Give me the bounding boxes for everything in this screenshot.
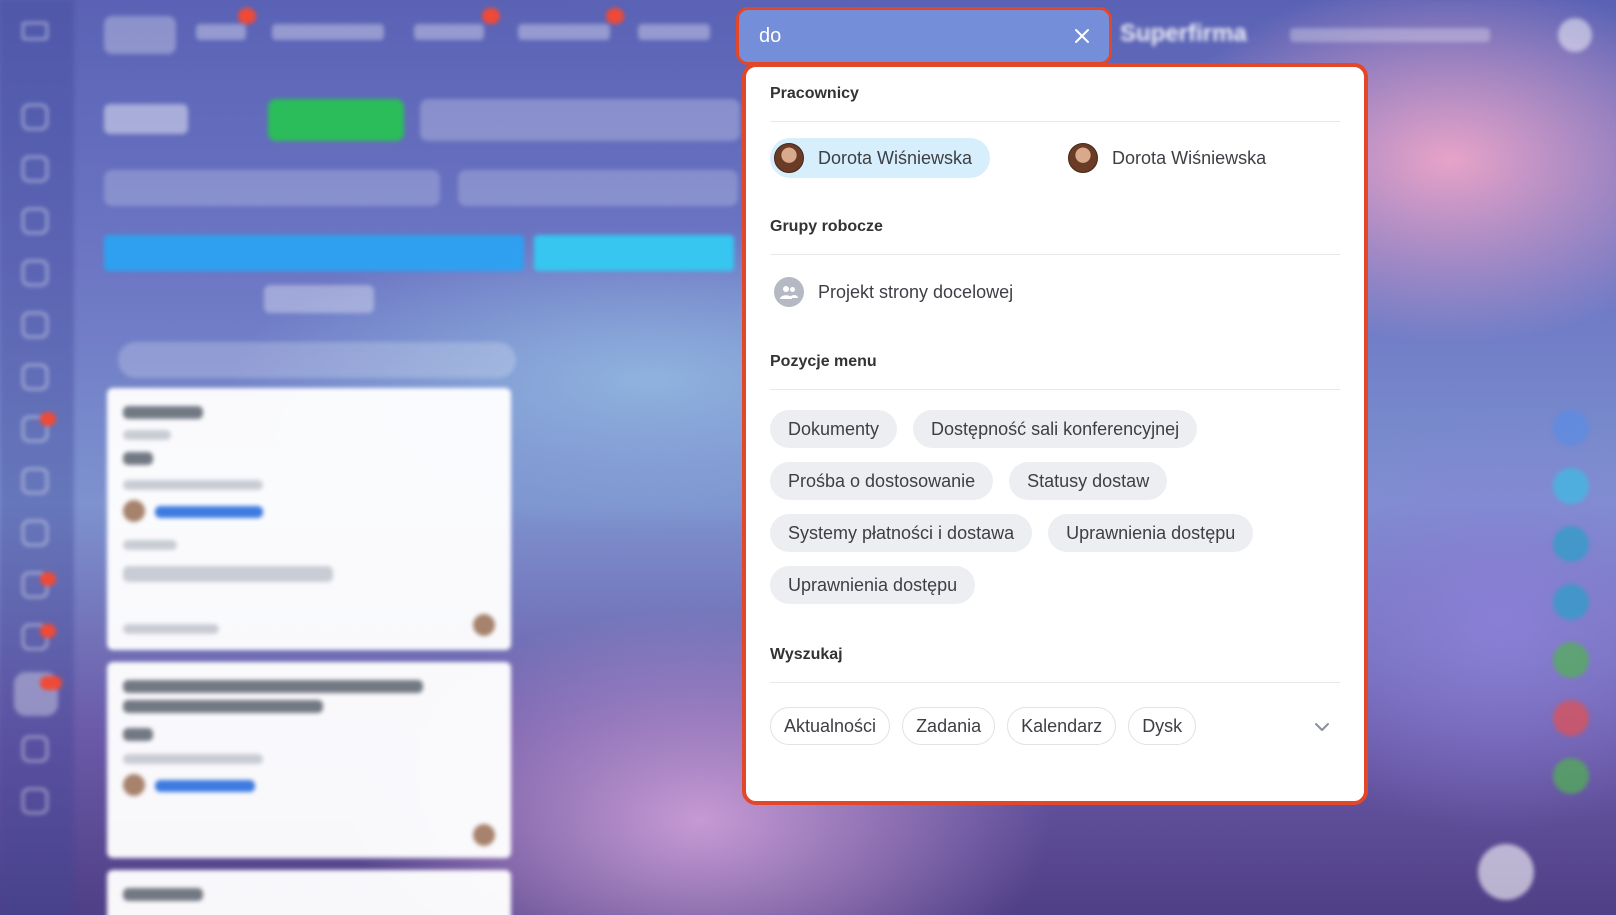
rail-badge	[40, 412, 56, 426]
page-title-blurred	[104, 104, 188, 134]
workgroup-name: Projekt strony docelowej	[818, 281, 1014, 302]
rail-badge	[40, 624, 56, 638]
menu-item-results: Dokumenty Dostępność sali konferencyjnej…	[770, 410, 1330, 604]
menu-item-chip[interactable]: Dokumenty	[770, 410, 898, 448]
avatar	[1068, 143, 1099, 173]
search-scope-drive[interactable]: Dysk	[1128, 707, 1197, 745]
kanban-column-head	[534, 235, 734, 271]
divider	[770, 121, 1340, 122]
group-icon	[774, 277, 804, 307]
nav-badge	[482, 8, 500, 24]
right-rail-icon	[1553, 526, 1589, 562]
section-title-employees: Pracownicy	[770, 85, 859, 102]
filter-box-blurred	[420, 99, 740, 141]
rail-icon	[22, 788, 48, 814]
right-rail-icon	[1553, 468, 1589, 504]
nav-item	[414, 24, 484, 40]
nav-badge	[606, 8, 624, 24]
right-rail-icon	[1553, 584, 1589, 620]
rail-icon	[22, 260, 48, 286]
nav-item	[272, 24, 384, 40]
divider	[770, 254, 1340, 255]
column-amount-blurred	[264, 285, 374, 313]
lead-card-blurred	[107, 662, 511, 858]
view-tabs-blurred	[104, 170, 440, 206]
menu-item-chip[interactable]: Uprawnienia dostępu	[770, 566, 976, 604]
employee-name: Dorota Wiśniewska	[818, 147, 973, 168]
employee-results: Dorota Wiśniewska Dorota Wiśniewska	[770, 138, 1340, 180]
clear-search-button[interactable]	[1069, 23, 1095, 49]
close-icon	[1075, 29, 1089, 43]
chevron-down-icon[interactable]	[1310, 715, 1334, 739]
chat-fab-blurred	[1478, 844, 1534, 900]
search-input[interactable]	[759, 24, 1069, 48]
employee-name: Dorota Wiśniewska	[1112, 147, 1267, 168]
rail-icon	[22, 104, 48, 130]
section-title-menu-items: Pozycje menu	[770, 353, 877, 370]
create-button-blurred	[268, 99, 404, 141]
rail-badge	[40, 676, 62, 690]
section-title-workgroups: Grupy robocze	[770, 218, 883, 235]
header-links-blurred	[1290, 28, 1490, 42]
left-rail	[0, 0, 74, 915]
nav-pill	[104, 16, 176, 54]
global-search-field[interactable]	[736, 7, 1112, 65]
top-nav	[90, 0, 730, 70]
rail-icon	[22, 208, 48, 234]
rail-icon	[22, 468, 48, 494]
nav-badge	[238, 8, 256, 24]
lead-card-blurred	[107, 870, 511, 915]
menu-item-chip[interactable]: Systemy płatności i dostawa	[770, 514, 1033, 552]
divider	[770, 682, 1340, 683]
search-scope-tasks[interactable]: Zadania	[902, 707, 996, 745]
lead-card-blurred	[107, 388, 511, 650]
nav-item	[638, 24, 710, 40]
workgroup-result[interactable]: Projekt strony docelowej	[770, 275, 1340, 309]
rail-badge	[40, 572, 56, 586]
avatar	[774, 143, 804, 173]
rail-icon	[22, 736, 48, 762]
employee-result[interactable]: Dorota Wiśniewska	[1064, 138, 1284, 178]
menu-item-chip[interactable]: Dostępność sali konferencyjnej	[913, 410, 1198, 448]
menu-icon	[22, 22, 48, 40]
nav-item	[518, 24, 610, 40]
divider	[770, 389, 1340, 390]
search-scope-row: Aktualności Zadania Kalendarz Dysk	[770, 707, 1340, 745]
right-rail-icon	[1553, 410, 1589, 446]
view-tabs-blurred	[458, 170, 738, 206]
rail-icon	[22, 364, 48, 390]
user-avatar-blurred	[1558, 18, 1592, 52]
menu-item-chip[interactable]: Statusy dostaw	[1009, 462, 1168, 500]
menu-item-chip[interactable]: Prośba o dostosowanie	[770, 462, 994, 500]
search-results-dropdown: Pracownicy Dorota Wiśniewska Dorota Wiśn…	[742, 63, 1368, 805]
employee-result[interactable]: Dorota Wiśniewska	[770, 138, 991, 178]
search-scope-news[interactable]: Aktualności	[770, 707, 891, 745]
menu-item-chip[interactable]: Uprawnienia dostępu	[1048, 514, 1254, 552]
rail-icon	[22, 312, 48, 338]
right-rail-icon	[1553, 700, 1589, 736]
rail-icon	[22, 156, 48, 182]
kanban-column-head	[104, 235, 524, 271]
section-title-search-in: Wyszukaj	[770, 646, 843, 663]
right-rail-icon	[1553, 642, 1589, 678]
rail-icon	[22, 520, 48, 546]
search-scope-calendar[interactable]: Kalendarz	[1007, 707, 1117, 745]
brand-name: Superfirma	[1120, 20, 1247, 47]
nav-item	[196, 24, 246, 40]
quick-lead-blurred	[118, 342, 516, 378]
right-rail-icon	[1553, 758, 1589, 794]
